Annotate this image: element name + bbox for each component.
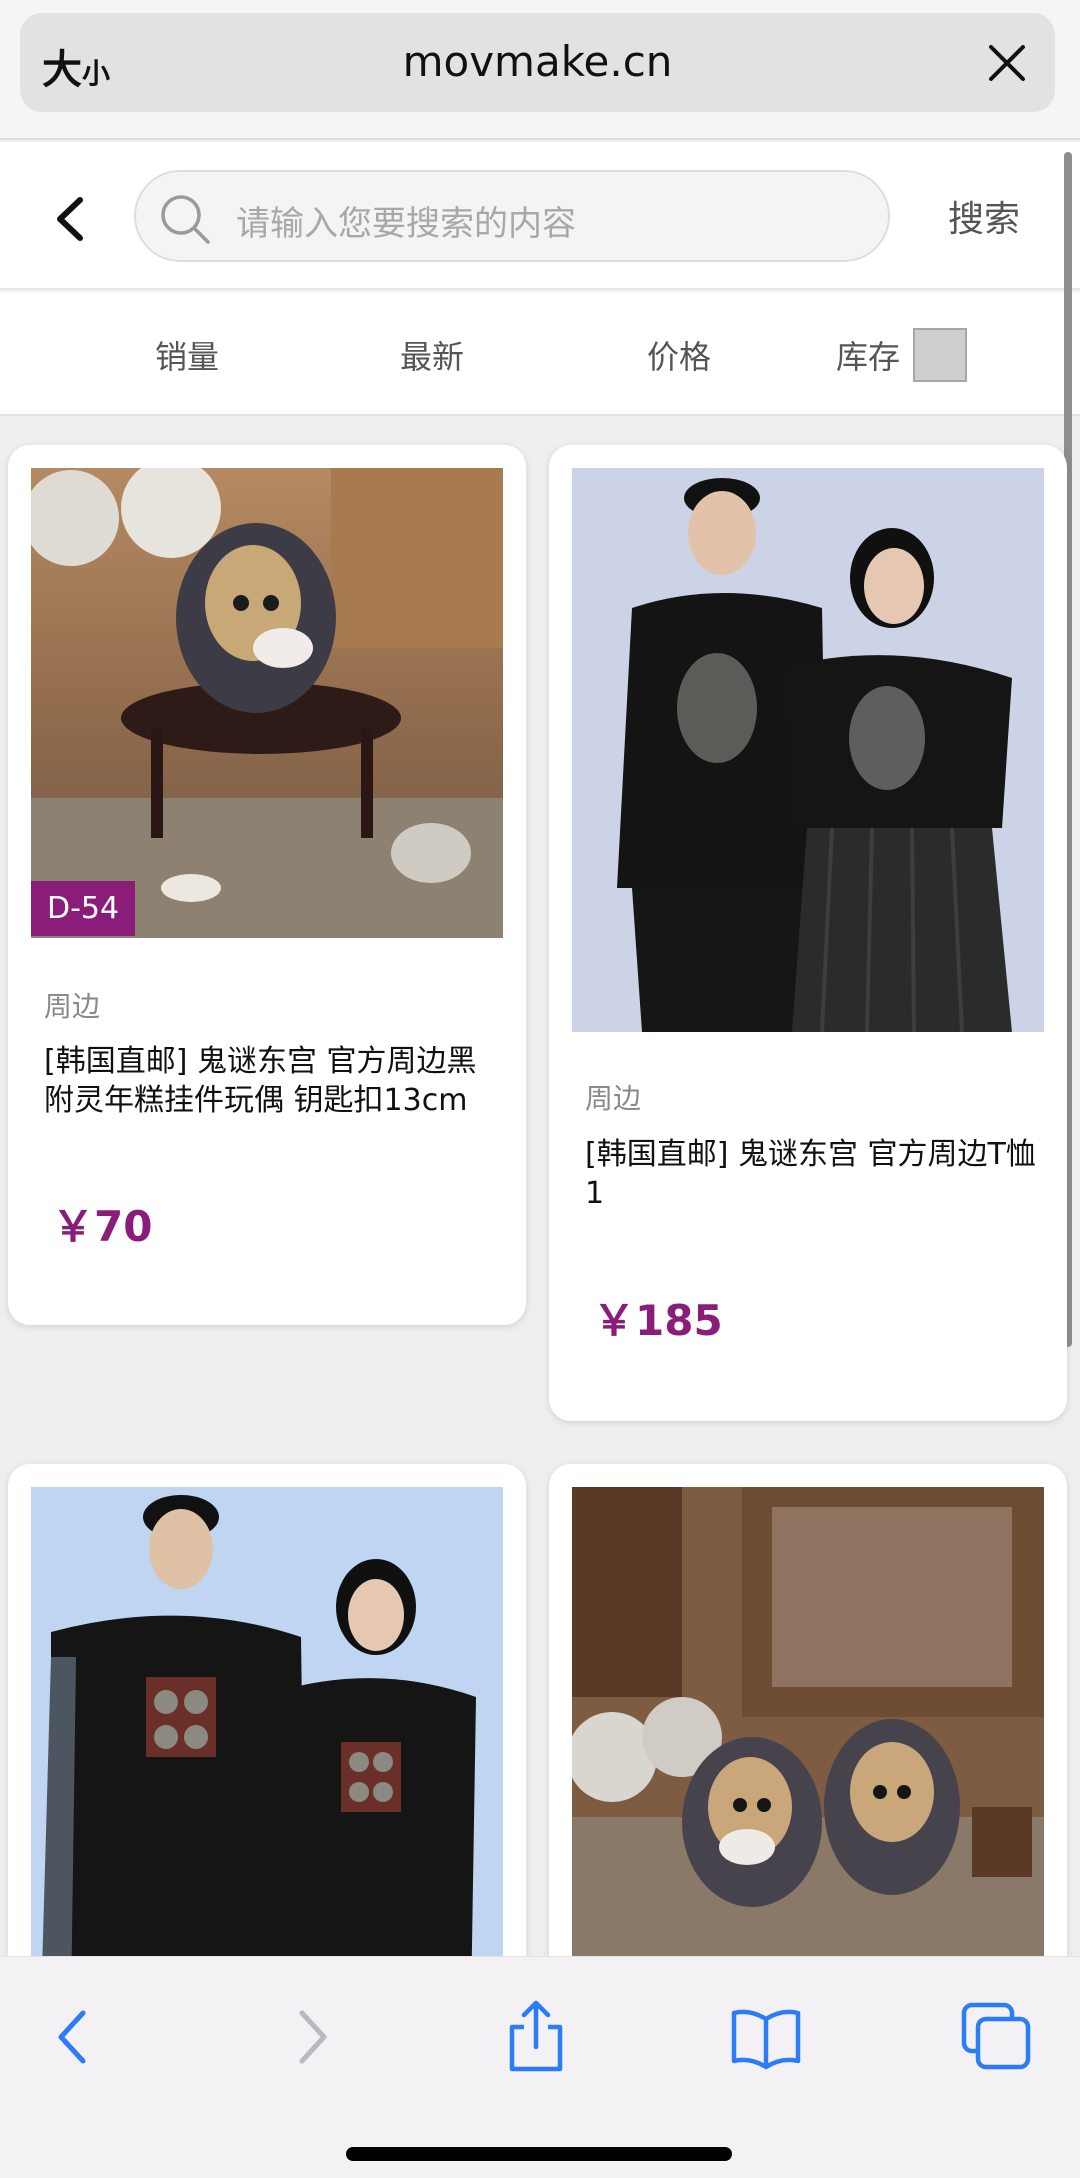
product-image — [31, 468, 503, 938]
search-header: 请输入您要搜索的内容 搜索 — [0, 142, 1080, 290]
chevron-left-icon[interactable] — [50, 194, 90, 244]
url-text[interactable]: movmake.cn — [20, 37, 1055, 86]
forward-icon[interactable] — [270, 1997, 350, 2077]
product-category: 周边 — [44, 990, 101, 1023]
product-image — [572, 468, 1044, 1032]
browser-bottom-toolbar — [0, 1956, 1080, 2178]
product-card[interactable]: 周边 [韩国直邮] 鬼谜东宫 官方周边T恤1 ￥185 — [549, 445, 1067, 1421]
sort-price[interactable]: 价格 — [647, 332, 711, 378]
product-price: ￥70 — [52, 1202, 153, 1251]
address-bar[interactable]: 大小 movmake.cn — [20, 13, 1055, 112]
home-indicator[interactable] — [346, 2147, 732, 2161]
search-placeholder: 请输入您要搜索的内容 — [236, 204, 576, 244]
back-icon[interactable] — [35, 1997, 115, 2077]
product-badge: D-54 — [31, 881, 136, 936]
product-category: 周边 — [585, 1082, 642, 1115]
product-card[interactable]: D-54 周边 [韩国直邮] 鬼谜东宫 官方周边黑附灵年糕挂件玩偶 钥匙扣13c… — [8, 445, 526, 1325]
product-image — [572, 1487, 1044, 2007]
search-icon — [161, 195, 210, 244]
sort-newest[interactable]: 最新 — [400, 332, 464, 378]
product-image — [31, 1487, 503, 2007]
sort-bar: 销量 最新 价格 库存 — [0, 292, 1080, 416]
product-card[interactable] — [549, 1464, 1067, 2024]
product-card[interactable] — [8, 1464, 526, 2024]
sort-sales[interactable]: 销量 — [155, 332, 219, 378]
search-input[interactable]: 请输入您要搜索的内容 — [134, 170, 890, 262]
browser-top-bar: 大小 movmake.cn — [0, 0, 1080, 140]
sort-stock[interactable]: 库存 — [836, 332, 900, 378]
close-icon[interactable] — [983, 39, 1031, 87]
stock-checkbox[interactable] — [913, 328, 967, 382]
share-icon[interactable] — [496, 1997, 576, 2077]
tabs-icon[interactable] — [956, 1997, 1036, 2077]
product-title[interactable]: [韩国直邮] 鬼谜东宫 官方周边T恤1 — [585, 1135, 1037, 1213]
product-title[interactable]: [韩国直邮] 鬼谜东宫 官方周边黑附灵年糕挂件玩偶 钥匙扣13cm — [44, 1042, 496, 1120]
bookmarks-icon[interactable] — [726, 1997, 806, 2077]
search-button[interactable]: 搜索 — [948, 190, 1020, 242]
product-price: ￥185 — [593, 1296, 723, 1345]
